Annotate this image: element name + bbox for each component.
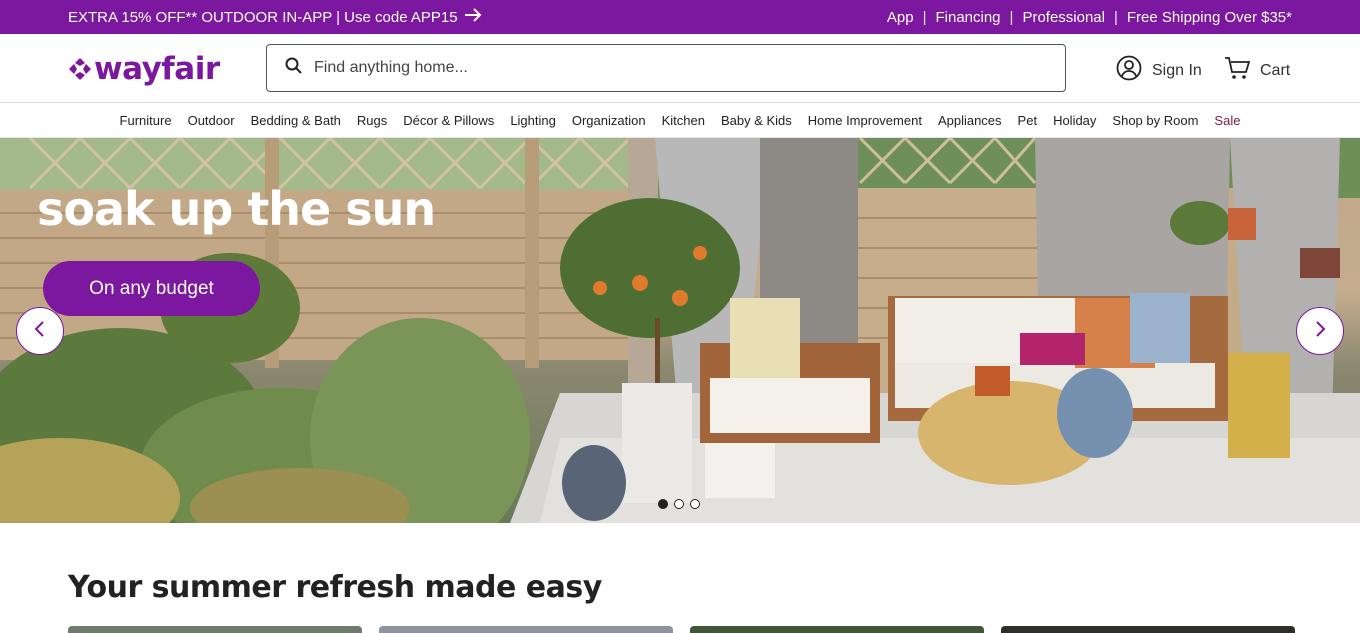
cart-label[interactable]: Cart [1260, 62, 1290, 80]
chevron-left-icon [33, 320, 47, 343]
carousel-prev-button[interactable] [16, 307, 64, 355]
site-header: wayfair Sign In Cart [0, 34, 1360, 103]
nav-item-pet[interactable]: Pet [1018, 113, 1038, 128]
nav-item-kitchen[interactable]: Kitchen [662, 113, 705, 128]
logo-text: wayfair [94, 51, 220, 87]
divider: | [1009, 8, 1014, 26]
nav-item-outdoor[interactable]: Outdoor [188, 113, 235, 128]
nav-item-shop-by-room[interactable]: Shop by Room [1112, 113, 1198, 128]
hero-title: soak up the sun [37, 182, 436, 236]
promo-link-shipping[interactable]: Free Shipping Over $35* [1127, 9, 1292, 26]
cart-link[interactable]: Cart [1224, 55, 1290, 86]
nav-item-lighting[interactable]: Lighting [510, 113, 556, 128]
arrow-right-icon [464, 8, 482, 26]
nav-item-rugs[interactable]: Rugs [357, 113, 387, 128]
carousel-next-button[interactable] [1296, 307, 1344, 355]
nav-item-decor-pillows[interactable]: Décor & Pillows [403, 113, 494, 128]
nav-item-bedding-bath[interactable]: Bedding & Bath [251, 113, 341, 128]
nav-item-furniture[interactable]: Furniture [120, 113, 172, 128]
nav-item-organization[interactable]: Organization [572, 113, 646, 128]
sign-in-link[interactable]: Sign In [1116, 55, 1202, 86]
card-thumbnail[interactable] [68, 626, 362, 633]
nav-item-baby-kids[interactable]: Baby & Kids [721, 113, 792, 128]
nav-item-holiday[interactable]: Holiday [1053, 113, 1096, 128]
carousel-dot-3[interactable] [690, 499, 700, 509]
search-icon [285, 57, 302, 79]
wayfair-logo-icon [68, 57, 92, 81]
hero-banner[interactable]: soak up the sun On any budget [0, 138, 1360, 523]
promo-offer-text[interactable]: EXTRA 15% OFF** OUTDOOR IN-APP | Use cod… [68, 9, 458, 26]
promo-offer[interactable]: EXTRA 15% OFF** OUTDOOR IN-APP | Use cod… [68, 8, 482, 26]
card-thumbnail[interactable] [690, 626, 984, 633]
promo-link-app[interactable]: App [887, 9, 914, 26]
section-title: Your summer refresh made easy [68, 570, 602, 605]
promo-bar: EXTRA 15% OFF** OUTDOOR IN-APP | Use cod… [0, 0, 1360, 34]
nav-item-home-improvement[interactable]: Home Improvement [808, 113, 922, 128]
card-thumbnail[interactable] [1001, 626, 1295, 633]
chevron-right-icon [1313, 320, 1327, 343]
card-thumbnail[interactable] [379, 626, 673, 633]
divider: | [1113, 8, 1118, 26]
search-input[interactable] [314, 59, 1014, 77]
logo[interactable]: wayfair [68, 51, 220, 87]
promo-links: App | Financing | Professional | Free Sh… [887, 9, 1292, 26]
carousel-dots [658, 499, 700, 509]
category-nav: Furniture Outdoor Bedding & Bath Rugs Dé… [0, 103, 1360, 138]
carousel-dot-2[interactable] [674, 499, 684, 509]
product-card-row [68, 626, 1295, 633]
nav-item-sale[interactable]: Sale [1214, 113, 1240, 128]
promo-link-financing[interactable]: Financing [935, 9, 1000, 26]
carousel-dot-1[interactable] [658, 499, 668, 509]
user-icon [1116, 55, 1142, 86]
search-bar[interactable] [266, 44, 1066, 92]
sign-in-label[interactable]: Sign In [1152, 62, 1202, 80]
divider: | [922, 8, 927, 26]
cart-icon [1224, 55, 1251, 86]
nav-item-appliances[interactable]: Appliances [938, 113, 1002, 128]
hero-cta-button[interactable]: On any budget [43, 261, 260, 316]
promo-link-professional[interactable]: Professional [1022, 9, 1105, 26]
